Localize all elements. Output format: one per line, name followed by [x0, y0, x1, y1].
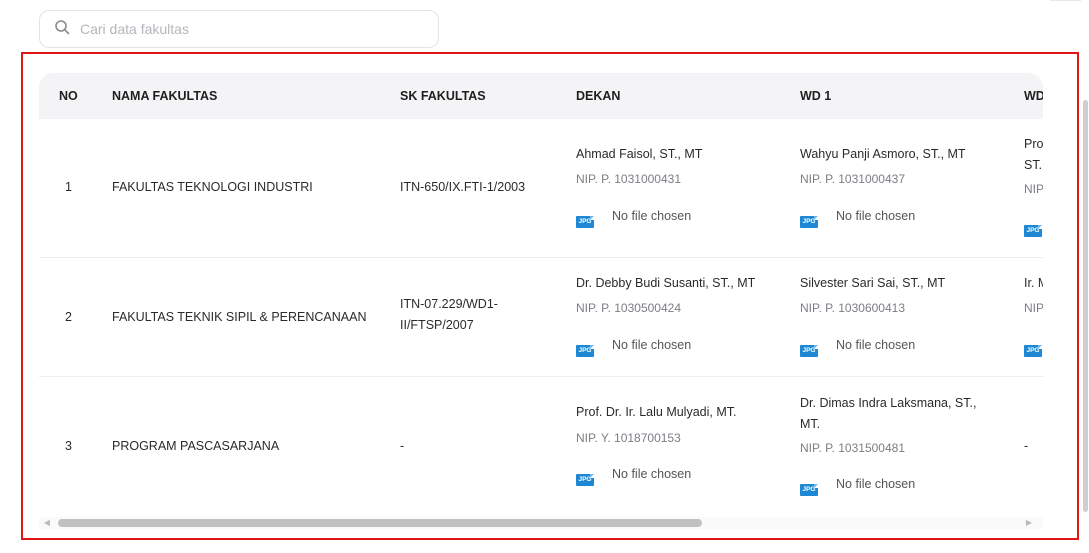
scrollbar-thumb[interactable] — [1083, 100, 1088, 512]
search-box[interactable] — [39, 10, 439, 48]
vertical-scrollbar[interactable] — [1081, 0, 1089, 553]
search-input[interactable] — [78, 20, 422, 38]
search-icon — [54, 19, 70, 40]
highlight-frame — [21, 52, 1079, 540]
